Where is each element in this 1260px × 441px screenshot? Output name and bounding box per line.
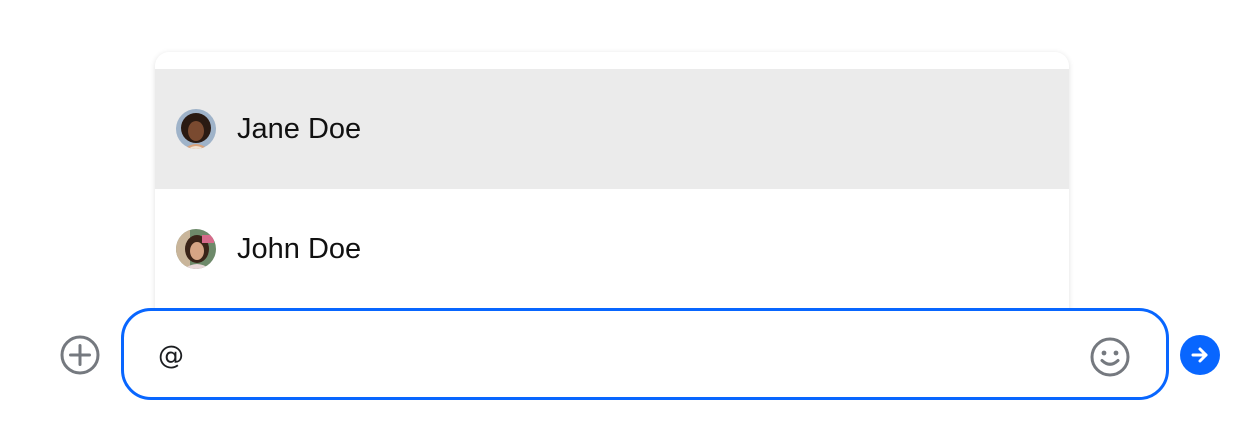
- mention-name: Jane Doe: [237, 112, 362, 145]
- emoji-button[interactable]: [1089, 336, 1131, 378]
- smiley-icon: [1090, 337, 1130, 377]
- mention-option-john-doe[interactable]: John Doe: [155, 189, 1069, 309]
- mention-name: John Doe: [237, 232, 362, 265]
- message-input-text[interactable]: @: [158, 341, 184, 371]
- send-button[interactable]: [1180, 335, 1220, 375]
- avatar: [176, 229, 216, 269]
- arrow-right-icon: [1191, 347, 1208, 363]
- plus-circle-icon: [60, 335, 100, 375]
- avatar: [176, 109, 216, 149]
- add-attachment-button[interactable]: [59, 334, 101, 376]
- chat-composer-area: Jane Doe John Doe @: [0, 0, 1260, 441]
- mention-suggestions-menu: Jane Doe John Doe: [155, 52, 1069, 326]
- message-input[interactable]: @: [121, 308, 1169, 400]
- mention-option-jane-doe[interactable]: Jane Doe: [155, 69, 1069, 189]
